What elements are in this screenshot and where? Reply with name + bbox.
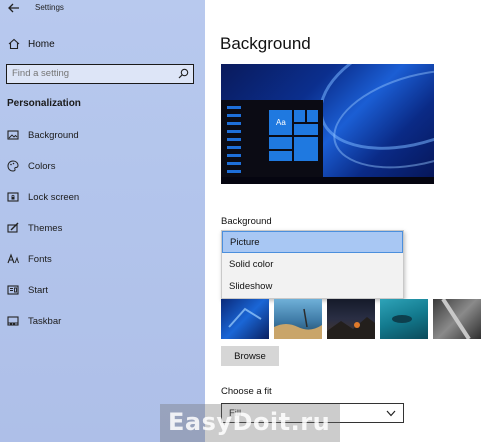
section-title: Personalization: [7, 98, 81, 109]
fit-label: Choose a fit: [221, 386, 272, 397]
back-arrow-icon[interactable]: [8, 3, 20, 13]
page-title: Background: [220, 34, 311, 53]
sidebar-item-colors[interactable]: Colors: [0, 155, 205, 179]
thumbnail-underwater[interactable]: [380, 299, 428, 339]
option-picture[interactable]: Picture: [222, 231, 403, 253]
start-icon: [7, 285, 19, 295]
image-icon: [7, 130, 19, 140]
sidebar-item-themes[interactable]: Themes: [0, 217, 205, 241]
sidebar-item-label: Taskbar: [28, 316, 62, 327]
taskbar-preview: [221, 177, 434, 184]
option-label: Solid color: [229, 259, 274, 270]
thumbnail-windows[interactable]: [221, 299, 269, 339]
watermark-text: EasyDoit.ru: [168, 408, 331, 436]
settings-sidebar: Settings Home Personalization Background…: [0, 0, 205, 442]
sidebar-item-label: Colors: [28, 161, 56, 172]
app-title: Settings: [35, 3, 64, 12]
nav-home-label: Home: [28, 39, 55, 50]
sidebar-item-label: Lock screen: [28, 192, 80, 203]
sidebar-item-background[interactable]: Background: [0, 124, 205, 148]
lock-screen-icon: [7, 192, 19, 202]
chevron-down-icon: [386, 410, 396, 417]
thumbnail-night[interactable]: [327, 299, 375, 339]
brush-icon: [7, 222, 19, 233]
sidebar-item-label: Start: [28, 285, 49, 296]
palette-icon: [7, 160, 19, 172]
search-box[interactable]: [6, 64, 194, 84]
tile-text: Aa: [276, 118, 286, 127]
watermark: EasyDoit.ru: [160, 404, 340, 442]
sidebar-item-label: Themes: [28, 223, 63, 234]
thumbnail-beach[interactable]: [274, 299, 322, 339]
background-type-label: Background: [221, 216, 272, 227]
nav-home[interactable]: Home: [0, 34, 205, 56]
search-icon[interactable]: [178, 68, 189, 79]
title-bar: Settings: [0, 0, 205, 18]
search-input[interactable]: [7, 65, 177, 82]
sidebar-item-taskbar[interactable]: Taskbar: [0, 310, 205, 334]
option-label: Slideshow: [229, 281, 273, 292]
start-menu-preview: Aa: [221, 100, 323, 177]
font-icon: [7, 253, 19, 264]
home-icon: [8, 38, 20, 50]
sidebar-item-label: Fonts: [28, 254, 52, 265]
option-solid-color[interactable]: Solid color: [222, 254, 403, 276]
background-preview: Aa: [221, 64, 434, 184]
thumbnail-road[interactable]: [433, 297, 481, 341]
sidebar-item-label: Background: [28, 130, 79, 141]
taskbar-icon: [7, 316, 19, 326]
sidebar-item-lock-screen[interactable]: Lock screen: [0, 186, 205, 210]
recent-pictures: [221, 297, 481, 341]
sidebar-item-fonts[interactable]: Fonts: [0, 248, 205, 272]
sidebar-item-start[interactable]: Start: [0, 279, 205, 303]
option-label: Picture: [230, 237, 260, 248]
background-type-dropdown[interactable]: Picture Solid color Slideshow: [221, 230, 404, 299]
browse-button[interactable]: Browse: [221, 346, 279, 366]
option-slideshow[interactable]: Slideshow: [222, 276, 403, 298]
